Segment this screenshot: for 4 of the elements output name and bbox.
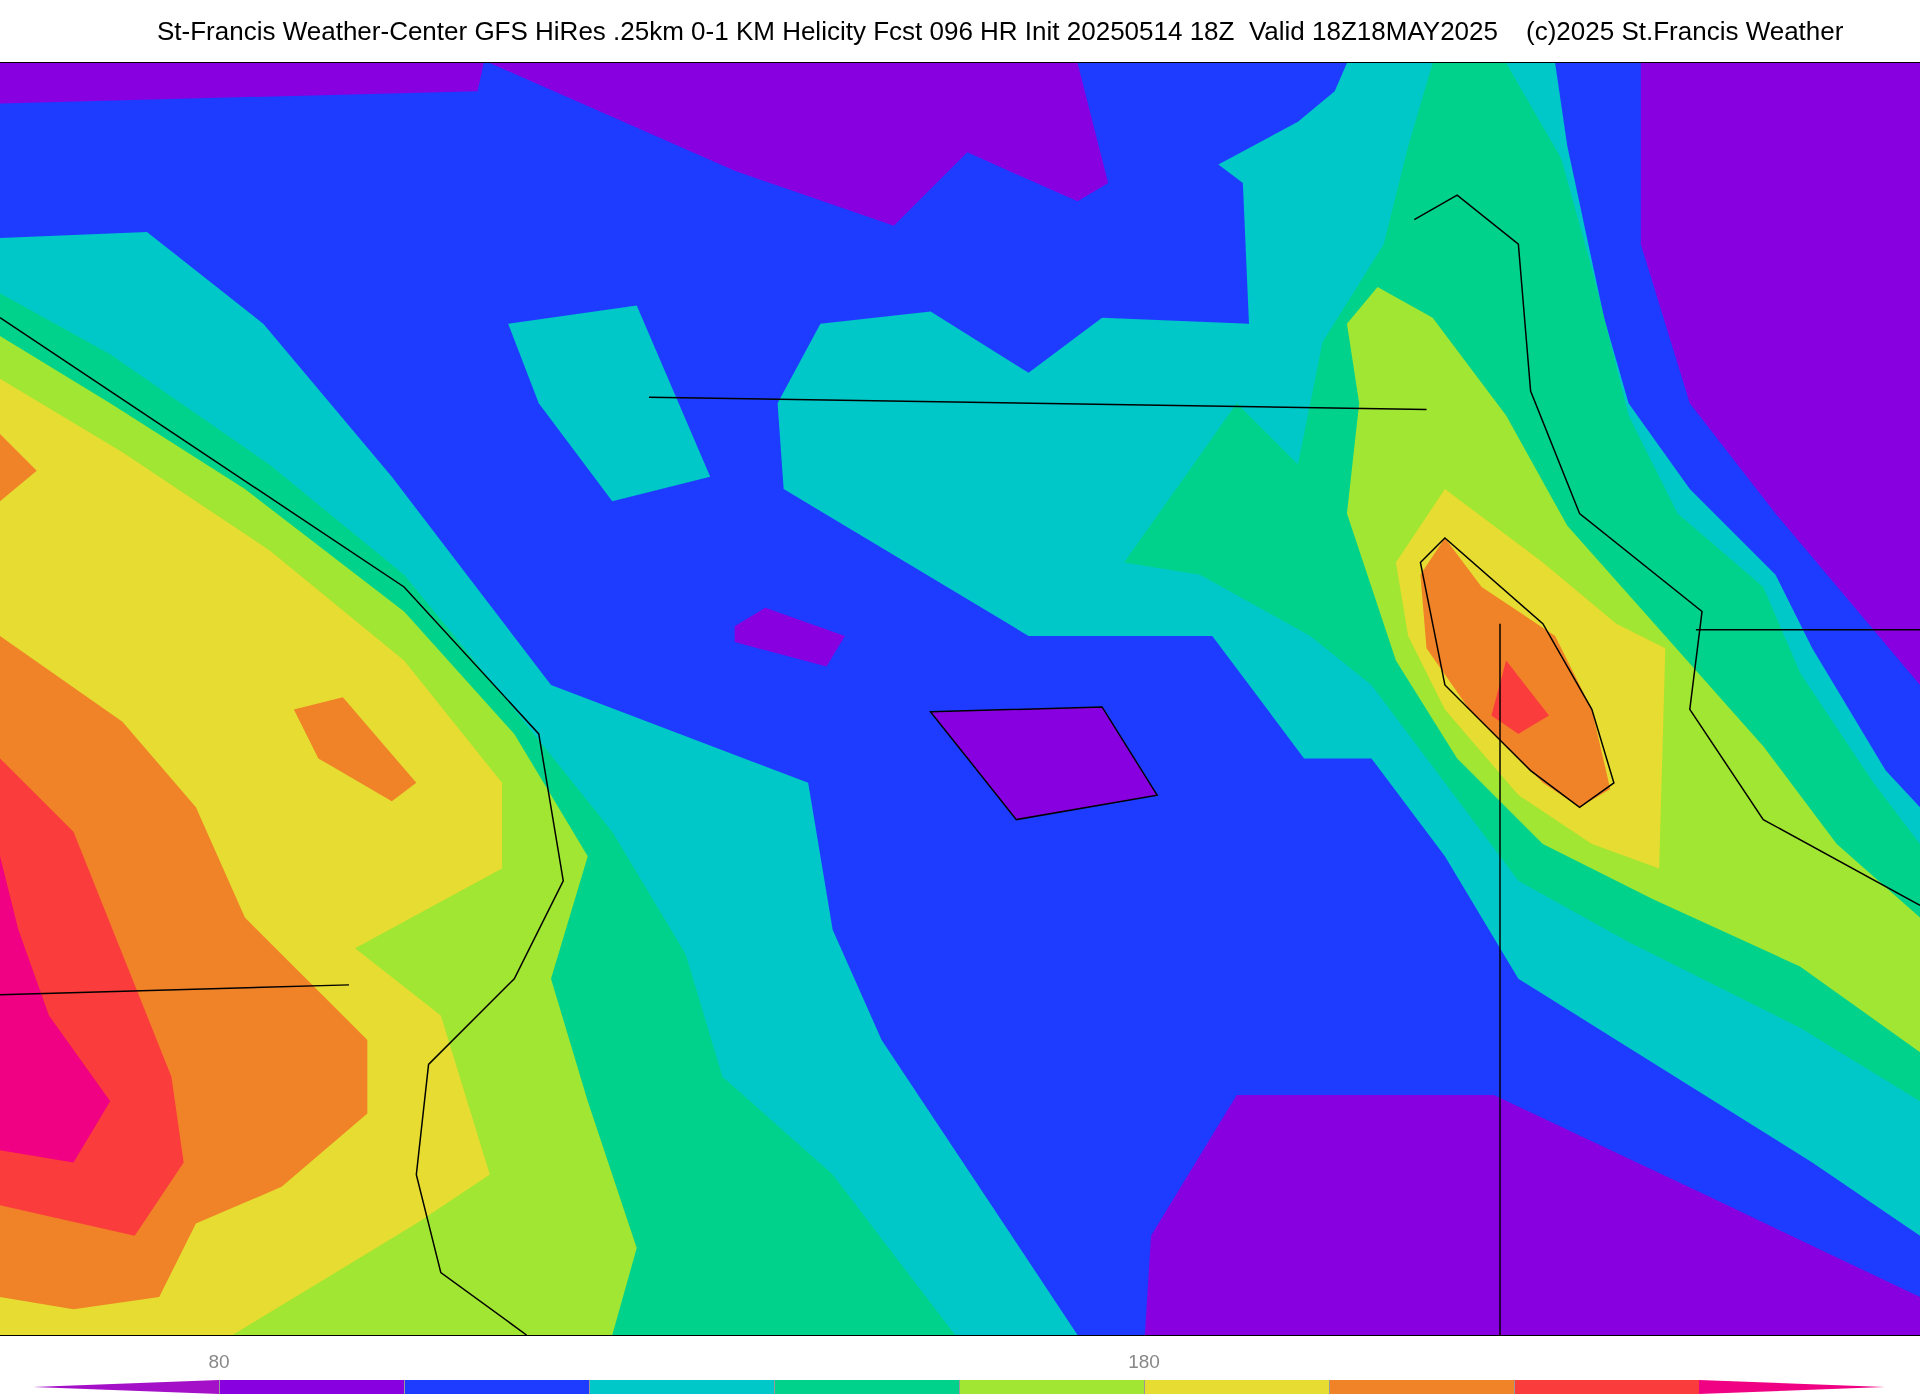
map-title: St-Francis Weather-Center GFS HiRes .25km 0-1 KM Helicity Fcst 096 HR Init 20250514 18Z Valid 18Z18MAY2025 [157, 14, 1498, 48]
tick-label: 80 [208, 1352, 230, 1371]
tick-label: 180 [1128, 1352, 1160, 1371]
copyright-text: (c)2025 St.Francis Weather [1526, 14, 1844, 48]
